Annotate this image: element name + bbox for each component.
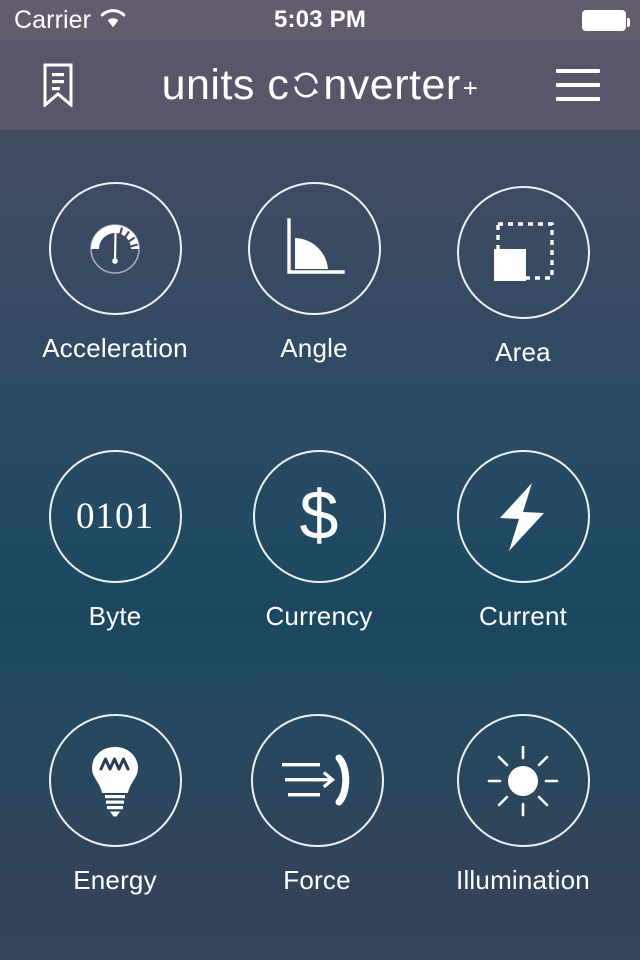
dollar-sign-icon: $ (299, 475, 339, 554)
grid-item-byte[interactable]: 0101 Byte (10, 450, 220, 629)
sync-arrows-icon (289, 66, 323, 104)
byte-circle: 0101 (48, 450, 182, 583)
app-title-part1: units c (161, 60, 290, 109)
battery-full-icon (582, 9, 630, 31)
grid-item-acceleration[interactable]: Acceleration (10, 182, 220, 361)
force-circle (250, 714, 384, 847)
app-root: Carrier 5:03 PM units c nverter + Accele… (0, 0, 640, 960)
grid-item-label: Area (495, 337, 551, 367)
grid-item-label: Energy (73, 865, 157, 895)
grid-item-label: Byte (88, 601, 142, 631)
grid-item-area[interactable]: Area (418, 186, 628, 365)
grid-item-energy[interactable]: Energy (10, 714, 220, 893)
grid-item-label: Current (478, 601, 568, 631)
current-circle (456, 450, 590, 583)
energy-circle (48, 714, 182, 847)
hamburger-menu-icon[interactable] (556, 69, 600, 101)
app-title-part2: nverter (323, 60, 461, 109)
grid-item-currency[interactable]: $ Currency (214, 450, 424, 629)
grid-item-label: Currency (265, 601, 373, 631)
app-title: units c nverter + (0, 60, 640, 109)
force-arrow-icon (277, 750, 357, 812)
angle-circle (247, 182, 381, 315)
status-bar: Carrier 5:03 PM (0, 0, 640, 40)
grid-item-label: Illumination (456, 865, 590, 895)
sun-icon (484, 742, 562, 820)
converter-grid: Acceleration Angle Area 0101 Byte $ Curr… (0, 130, 640, 960)
lightning-bolt-icon (492, 478, 554, 556)
illumination-circle (456, 714, 590, 847)
app-title-plus: + (462, 72, 479, 103)
grid-item-force[interactable]: Force (212, 714, 422, 893)
grid-item-label: Acceleration (42, 333, 188, 363)
menu-line-2 (556, 83, 600, 87)
menu-line-3 (556, 97, 600, 101)
nav-bar: units c nverter + (0, 40, 640, 130)
grid-item-illumination[interactable]: Illumination (418, 714, 628, 893)
area-squares-icon (484, 216, 562, 290)
status-bar-clock: 5:03 PM (273, 6, 367, 33)
binary-0101-icon: 0101 (76, 496, 154, 537)
currency-circle: $ (252, 450, 386, 583)
angle-icon (275, 210, 353, 288)
grid-item-current[interactable]: Current (418, 450, 628, 629)
grid-item-label: Force (283, 865, 351, 895)
light-bulb-icon (85, 743, 145, 819)
area-circle (456, 186, 590, 319)
grid-item-angle[interactable]: Angle (209, 182, 419, 361)
speedometer-icon (75, 209, 155, 289)
acceleration-circle (48, 182, 182, 315)
status-bar-right (582, 0, 630, 40)
grid-item-label: Angle (280, 333, 348, 363)
menu-line-1 (556, 69, 600, 73)
